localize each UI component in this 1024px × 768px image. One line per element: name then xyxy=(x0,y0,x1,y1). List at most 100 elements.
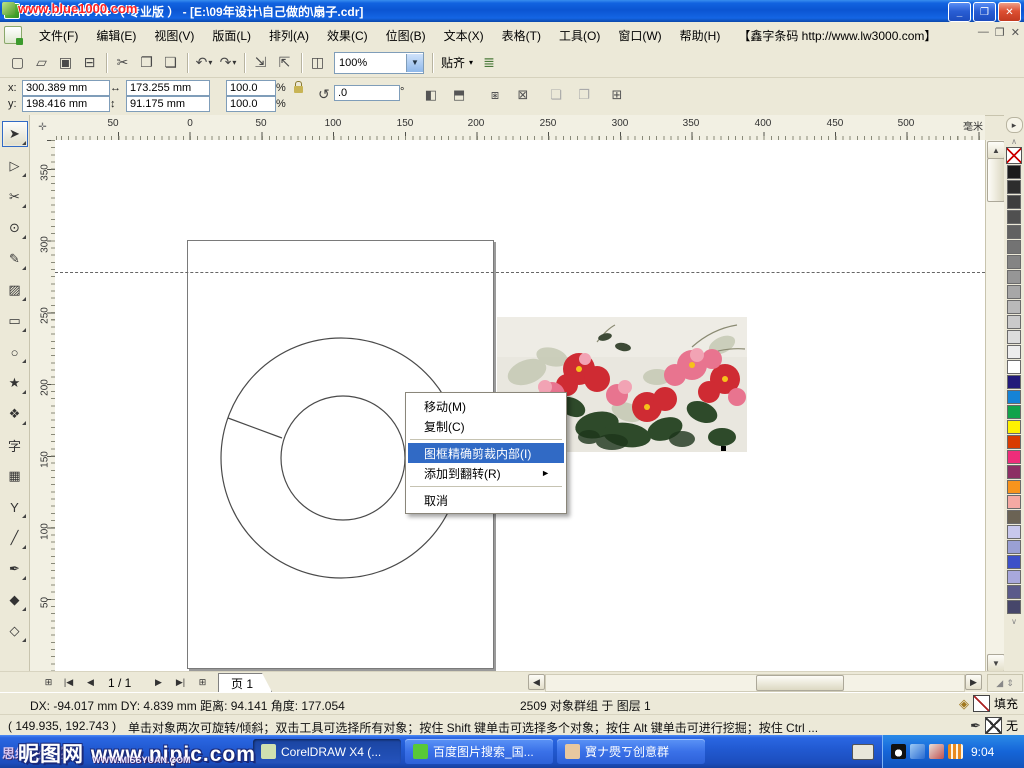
context-menu-item-move[interactable]: 移动(M) xyxy=(408,396,564,416)
minimize-button[interactable]: _ xyxy=(948,2,971,22)
toolbar-button[interactable] xyxy=(187,53,188,73)
menu-item[interactable]: 表格(T) xyxy=(493,24,550,47)
context-menu-item-cancel[interactable]: 取消 xyxy=(408,490,564,510)
object-height-field[interactable]: 91.175 mm xyxy=(126,96,210,112)
qq-tray-icon[interactable] xyxy=(891,744,906,759)
color-swatch[interactable] xyxy=(1007,315,1021,329)
selection-handle[interactable] xyxy=(721,446,726,451)
color-swatch[interactable] xyxy=(1007,330,1021,344)
context-menu-item[interactable] xyxy=(410,486,562,487)
pan-corner-buttons[interactable]: ◢⇕ xyxy=(987,674,1023,692)
to-back-button[interactable]: ❐ xyxy=(573,85,595,105)
fill-tool[interactable]: ◆ xyxy=(3,588,27,612)
color-swatch[interactable] xyxy=(1007,495,1021,509)
add-page-button[interactable]: ⊞ xyxy=(40,674,57,690)
rotation-angle-field[interactable]: .0 xyxy=(334,85,400,101)
color-swatch[interactable] xyxy=(1007,375,1021,389)
palette-flyout-button[interactable]: ▸ xyxy=(1006,117,1023,133)
outline-pen-tool[interactable]: ✒ xyxy=(3,557,27,581)
object-width-field[interactable]: 173.255 mm xyxy=(126,80,210,96)
color-swatch[interactable] xyxy=(1007,300,1021,314)
color-swatch[interactable] xyxy=(1007,435,1021,449)
new-document-button[interactable]: ▢ xyxy=(6,52,30,74)
import-button[interactable]: ⇲ xyxy=(249,52,273,74)
zoom-level-combo[interactable]: 100% ▼ xyxy=(334,52,424,74)
mirror-horizontal-button[interactable]: ◧ xyxy=(420,85,442,105)
color-swatch[interactable] xyxy=(1007,345,1021,359)
menu-item[interactable]: 文件(F) xyxy=(30,24,87,47)
menu-item[interactable]: 版面(L) xyxy=(203,24,260,47)
menu-item[interactable]: 位图(B) xyxy=(377,24,435,47)
menu-item[interactable]: 工具(O) xyxy=(550,24,609,47)
color-swatch[interactable] xyxy=(1007,360,1021,374)
color-swatch[interactable] xyxy=(1007,270,1021,284)
keyboard-layout-icon[interactable] xyxy=(852,744,874,760)
dictionary-tray-icon[interactable] xyxy=(948,744,963,759)
pick-tool[interactable]: ➤ xyxy=(2,121,28,147)
y-position-field[interactable]: 198.416 mm xyxy=(22,96,110,112)
no-color-swatch[interactable] xyxy=(1006,147,1022,164)
restore-button[interactable]: ❐ xyxy=(973,2,996,22)
menu-item[interactable]: 窗口(W) xyxy=(609,24,670,47)
color-swatch[interactable] xyxy=(1007,600,1021,614)
color-swatch[interactable] xyxy=(1007,525,1021,539)
color-swatch[interactable] xyxy=(1007,465,1021,479)
canvas[interactable]: 移动(M)复制(C) 图框精确剪裁内部(I)添加到翻转(R)► 取消 xyxy=(55,140,985,671)
horizontal-ruler[interactable]: 毫米 50050100150200250300350400450500 xyxy=(55,115,985,141)
polygon-tool[interactable]: ★ xyxy=(3,371,27,395)
vertical-ruler[interactable]: 35030025020015010050 xyxy=(30,140,56,671)
context-menu-item-powerclip-inside[interactable]: 图框精确剪裁内部(I) xyxy=(408,443,564,463)
application-launcher-button[interactable]: ◫ xyxy=(306,52,330,74)
undo-button[interactable]: ↶▾ xyxy=(192,52,216,74)
color-swatch[interactable] xyxy=(1007,540,1021,554)
table-tool[interactable]: ▦ xyxy=(3,464,27,488)
taskbar-button-coreldraw[interactable]: CorelDRAW X4 (... xyxy=(253,739,401,764)
eyedropper-tool[interactable]: ╱ xyxy=(3,526,27,550)
color-swatch[interactable] xyxy=(1007,510,1021,524)
color-swatch[interactable] xyxy=(1007,285,1021,299)
outline-color-swatch[interactable] xyxy=(985,717,1002,734)
color-swatch[interactable] xyxy=(1007,240,1021,254)
interactive-blend-tool[interactable]: Y xyxy=(3,495,27,519)
vertical-scroll-thumb[interactable] xyxy=(987,158,1005,202)
ellipse-tool[interactable]: ○ xyxy=(3,340,27,364)
horizontal-guideline[interactable] xyxy=(55,272,985,273)
color-swatch[interactable] xyxy=(1007,195,1021,209)
scale-h-field[interactable]: 100.0 xyxy=(226,80,276,96)
cut-button[interactable]: ✂ xyxy=(111,52,135,74)
zoom-tool[interactable]: ⊙ xyxy=(3,216,27,240)
vertical-scrollbar[interactable]: ▲ ▼ xyxy=(985,140,1004,671)
color-swatch[interactable] xyxy=(1007,180,1021,194)
options-button[interactable]: ≣ xyxy=(477,52,501,74)
scroll-left-button[interactable]: ◀ xyxy=(528,674,545,690)
messenger-tray-icon[interactable] xyxy=(910,744,925,759)
horizontal-scroll-thumb[interactable] xyxy=(756,675,844,691)
doc-close-button[interactable]: ✕ xyxy=(1011,26,1020,39)
menu-item[interactable]: 排列(A) xyxy=(260,24,318,47)
first-page-button[interactable]: |◀ xyxy=(60,674,77,690)
context-menu-item[interactable] xyxy=(410,439,562,440)
color-swatch[interactable] xyxy=(1007,210,1021,224)
lock-ratio-icon[interactable] xyxy=(294,86,303,93)
palette-scroll-up-button[interactable]: ∧ xyxy=(1007,135,1022,147)
to-front-button[interactable]: ❏ xyxy=(545,85,567,105)
context-menu-item-add-to-rollover[interactable]: 添加到翻转(R)► xyxy=(408,463,564,483)
fill-color-swatch[interactable] xyxy=(973,695,990,712)
rectangle-tool[interactable]: ▭ xyxy=(3,309,27,333)
combine-button[interactable]: ⧆ xyxy=(484,85,506,105)
close-button[interactable]: ✕ xyxy=(998,2,1021,22)
x-position-field[interactable]: 300.389 mm xyxy=(22,80,110,96)
save-button[interactable]: ▣ xyxy=(54,52,78,74)
color-swatch[interactable] xyxy=(1007,585,1021,599)
interactive-fill-tool[interactable]: ◇ xyxy=(3,619,27,643)
menu-item[interactable]: 视图(V) xyxy=(145,24,203,47)
add-page-button[interactable]: ⊞ xyxy=(194,674,211,690)
color-swatch[interactable] xyxy=(1007,450,1021,464)
scroll-up-button[interactable]: ▲ xyxy=(987,141,1005,159)
prev-page-button[interactable]: ◀ xyxy=(82,674,99,690)
context-menu-item-copy[interactable]: 复制(C) xyxy=(408,416,564,436)
color-swatch[interactable] xyxy=(1007,255,1021,269)
color-swatch[interactable] xyxy=(1007,165,1021,179)
toolbar-button[interactable] xyxy=(244,53,245,73)
snap-dropdown[interactable]: 贴齐 ▾ xyxy=(437,54,477,71)
